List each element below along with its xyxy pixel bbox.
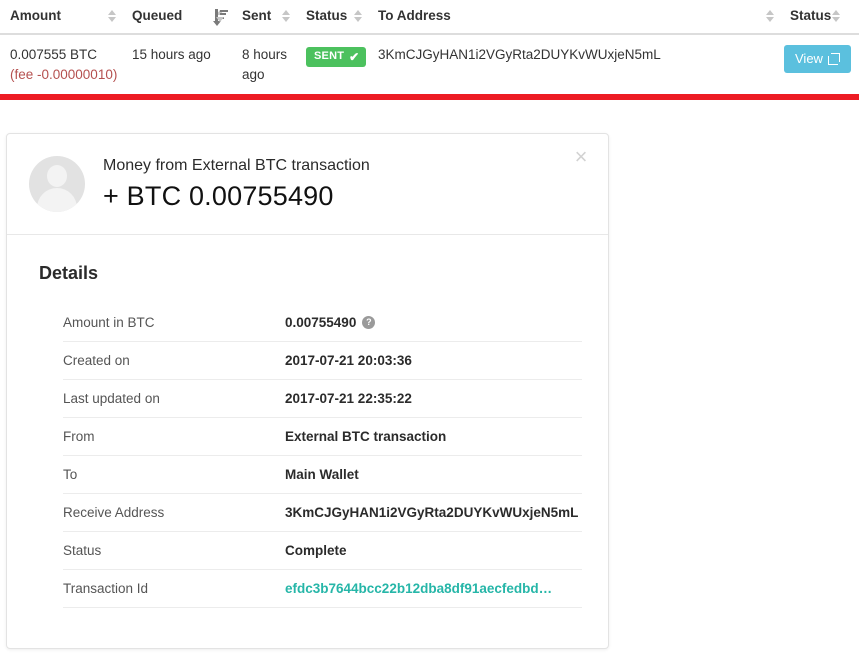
transaction-detail-modal: Money from External BTC transaction + BT… xyxy=(6,133,609,650)
cell-amount: 0.007555 BTC (fee -0.00000010) xyxy=(0,34,122,94)
details-heading: Details xyxy=(39,263,99,284)
detail-label: Last updated on xyxy=(63,391,160,407)
modal-header: Money from External BTC transaction + BT… xyxy=(7,134,608,236)
view-button-label: View xyxy=(795,51,823,66)
alert-divider-bar xyxy=(0,94,859,101)
sort-amount-desc-icon[interactable] xyxy=(212,8,228,26)
column-header-label: Status xyxy=(790,8,832,23)
detail-label: From xyxy=(63,429,95,445)
detail-label: Created on xyxy=(63,353,130,369)
status-badge: SENT ✔ xyxy=(306,46,367,67)
table-header-row: Amount Queued Sent Status To Address Sta… xyxy=(0,0,859,35)
detail-row-receive-address: Receive Address 3KmCJGyHAN1i2VGyRta2DUYK… xyxy=(63,494,582,533)
detail-row-to: To Main Wallet xyxy=(63,456,582,495)
detail-label: Amount in BTC xyxy=(63,315,155,331)
column-header-label: Sent xyxy=(242,8,272,23)
external-link-icon xyxy=(827,53,840,66)
modal-amount: + BTC 0.00755490 xyxy=(103,181,334,211)
column-header-label: Status xyxy=(306,8,348,23)
fee-value: (fee -0.00000010) xyxy=(10,66,118,82)
cell-action: View xyxy=(780,34,859,94)
amount-value: 0.007555 BTC xyxy=(10,47,98,62)
sort-both-icon[interactable] xyxy=(107,9,118,23)
detail-label: To xyxy=(63,467,78,483)
detail-value-text: 0.00755490 xyxy=(285,315,357,331)
detail-row-transaction-id: Transaction Id efdc3b7644bcc22b12dba8df9… xyxy=(63,570,582,609)
detail-row-last-updated-on: Last updated on 2017-07-21 22:35:22 xyxy=(63,380,582,419)
user-avatar-icon xyxy=(29,156,85,212)
detail-label: Status xyxy=(63,543,102,559)
detail-value: Complete xyxy=(285,543,347,559)
sort-both-icon[interactable] xyxy=(281,9,292,23)
transaction-id-link[interactable]: efdc3b7644bcc22b12dba8df91aecfedbd… xyxy=(285,581,552,596)
detail-row-amount-in-btc: Amount in BTC 0.00755490 ? xyxy=(63,304,582,343)
column-header-status[interactable]: Status xyxy=(296,0,368,35)
detail-value: 3KmCJGyHAN1i2VGyRta2DUYKvWUxjeN5mL xyxy=(285,505,579,521)
detail-value: 2017-07-21 20:03:36 xyxy=(285,353,412,369)
detail-row-from: From External BTC transaction xyxy=(63,418,582,457)
help-icon[interactable]: ? xyxy=(362,316,376,330)
column-header-label: Queued xyxy=(132,8,183,23)
detail-value: Main Wallet xyxy=(285,467,359,483)
detail-value: 2017-07-21 22:35:22 xyxy=(285,391,412,407)
column-header-sent[interactable]: Sent xyxy=(232,0,296,35)
detail-label: Receive Address xyxy=(63,505,165,521)
column-header-to-address[interactable]: To Address xyxy=(368,0,780,35)
table-row[interactable]: 0.007555 BTC (fee -0.00000010) 15 hours … xyxy=(0,34,859,94)
cell-sent: 8 hours ago xyxy=(242,47,288,82)
sort-both-icon[interactable] xyxy=(831,9,842,23)
transactions-table: Amount Queued Sent Status To Address Sta… xyxy=(0,0,859,94)
detail-value: 0.00755490 ? xyxy=(285,315,376,331)
view-button[interactable]: View xyxy=(784,45,851,74)
modal-body: Details Amount in BTC 0.00755490 ? Creat… xyxy=(7,235,608,648)
column-header-status-secondary[interactable]: Status xyxy=(780,0,859,35)
sort-both-icon[interactable] xyxy=(765,9,776,23)
modal-subtitle: Money from External BTC transaction xyxy=(103,157,370,174)
detail-label: Transaction Id xyxy=(63,581,149,597)
column-header-amount[interactable]: Amount xyxy=(0,0,122,35)
detail-row-created-on: Created on 2017-07-21 20:03:36 xyxy=(63,342,582,381)
details-list: Amount in BTC 0.00755490 ? Created on 20… xyxy=(63,304,582,609)
column-header-queued[interactable]: Queued xyxy=(122,0,232,35)
detail-value: External BTC transaction xyxy=(285,429,447,445)
status-badge-label: SENT xyxy=(314,50,345,62)
sort-both-icon[interactable] xyxy=(353,9,364,23)
cell-status: SENT ✔ xyxy=(296,34,368,94)
cell-to-address: 3KmCJGyHAN1i2VGyRta2DUYKvWUxjeN5mL xyxy=(378,47,661,62)
close-icon[interactable]: × xyxy=(570,146,592,168)
column-header-label: To Address xyxy=(378,8,451,23)
detail-row-status: Status Complete xyxy=(63,532,582,571)
check-icon: ✔ xyxy=(349,49,360,64)
cell-queued: 15 hours ago xyxy=(132,47,211,62)
column-header-label: Amount xyxy=(10,8,61,23)
